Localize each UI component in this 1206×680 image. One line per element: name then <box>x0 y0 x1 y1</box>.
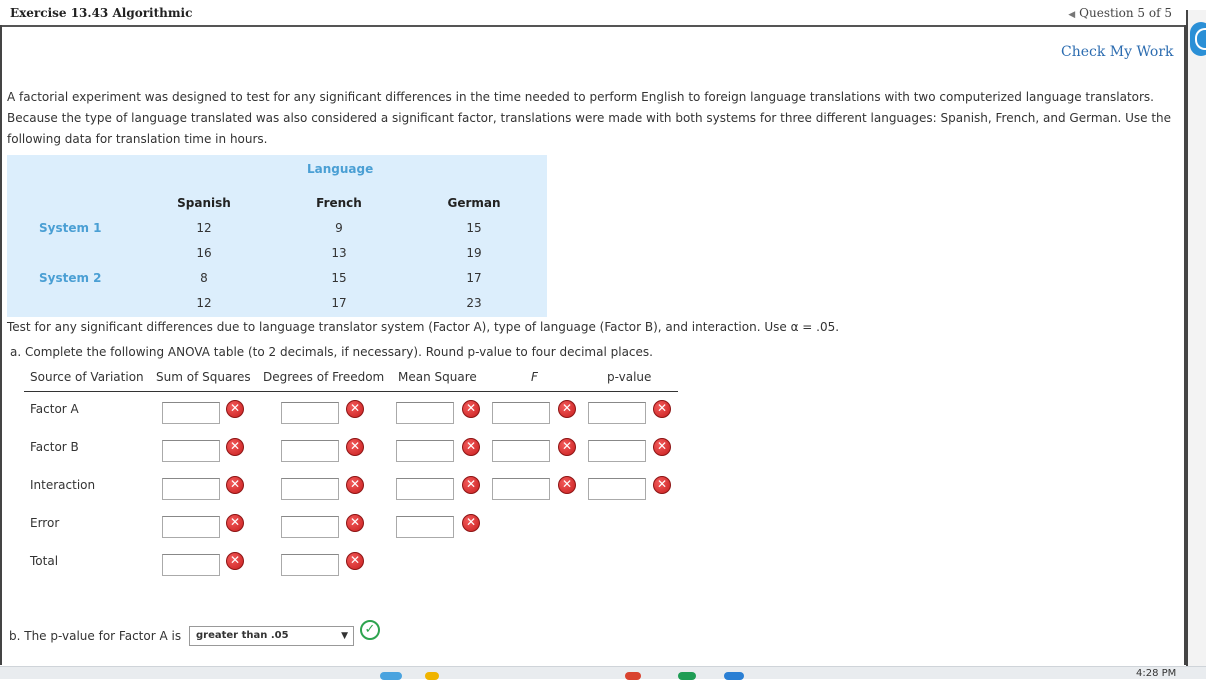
right-scroll-panel <box>1186 10 1206 678</box>
language-group-label: Language <box>307 162 374 176</box>
incorrect-icon: ✕ <box>653 438 671 456</box>
interaction-df-input[interactable] <box>281 478 339 500</box>
incorrect-icon: ✕ <box>226 552 244 570</box>
interaction-ss-input[interactable] <box>162 478 220 500</box>
incorrect-icon: ✕ <box>226 400 244 418</box>
correct-check-icon: ✓ <box>360 620 380 640</box>
incorrect-icon: ✕ <box>462 438 480 456</box>
factor-b-ss-input[interactable] <box>162 440 220 462</box>
incorrect-icon: ✕ <box>346 476 364 494</box>
factor-a-pvalue-input[interactable] <box>588 402 646 424</box>
total-df-input[interactable] <box>281 554 339 576</box>
anova-row-interaction: Interaction <box>30 478 96 492</box>
row-header-system-1: System 1 <box>39 221 102 235</box>
select-value: greater than .05 <box>196 630 289 641</box>
data-cell: 8 <box>200 271 208 285</box>
data-cell: 9 <box>335 221 343 235</box>
incorrect-icon: ✕ <box>346 514 364 532</box>
anova-row-factor-b: Factor B <box>30 440 79 454</box>
exercise-title: Exercise 13.43 Algorithmic <box>10 6 193 20</box>
taskbar-app-icon[interactable] <box>425 672 439 680</box>
error-ss-input[interactable] <box>162 516 220 538</box>
data-cell: 13 <box>331 246 347 260</box>
incorrect-icon: ✕ <box>462 514 480 532</box>
help-bubble-icon[interactable] <box>1190 22 1206 56</box>
problem-text: A factorial experiment was designed to t… <box>7 90 1172 146</box>
data-table <box>7 155 547 317</box>
anova-header-source: Source of Variation <box>30 370 144 384</box>
interaction-ms-input[interactable] <box>396 478 454 500</box>
factor-a-ss-input[interactable] <box>162 402 220 424</box>
header-bar: Exercise 13.43 Algorithmic ◀ Question 5 o… <box>0 0 1184 27</box>
factor-b-f-input[interactable] <box>492 440 550 462</box>
incorrect-icon: ✕ <box>462 476 480 494</box>
total-ss-input[interactable] <box>162 554 220 576</box>
data-cell: 15 <box>466 221 482 235</box>
row-header-system-2: System 2 <box>39 271 102 285</box>
incorrect-icon: ✕ <box>462 400 480 418</box>
column-header-german: German <box>447 196 501 210</box>
incorrect-icon: ✕ <box>346 438 364 456</box>
check-my-work-link[interactable]: Check My Work <box>1061 44 1174 60</box>
incorrect-icon: ✕ <box>558 476 576 494</box>
incorrect-icon: ✕ <box>653 400 671 418</box>
previous-arrow-icon[interactable]: ◀ <box>1068 10 1075 20</box>
taskbar-app-icon[interactable] <box>625 672 641 680</box>
incorrect-icon: ✕ <box>558 400 576 418</box>
data-cell: 15 <box>331 271 347 285</box>
interaction-pvalue-input[interactable] <box>588 478 646 500</box>
data-cell: 17 <box>466 271 482 285</box>
taskbar-app-icon[interactable] <box>724 672 744 680</box>
data-cell: 19 <box>466 246 482 260</box>
taskbar-app-icon[interactable] <box>380 672 402 680</box>
question-nav[interactable]: ◀ Question 5 of 5 <box>1068 6 1172 20</box>
error-df-input[interactable] <box>281 516 339 538</box>
incorrect-icon: ✕ <box>226 476 244 494</box>
incorrect-icon: ✕ <box>226 438 244 456</box>
anova-divider <box>24 391 678 392</box>
anova-header-pvalue: p-value <box>607 370 652 384</box>
column-header-spanish: Spanish <box>177 196 231 210</box>
factor-a-df-input[interactable] <box>281 402 339 424</box>
taskbar-app-icon[interactable] <box>678 672 696 680</box>
factor-b-df-input[interactable] <box>281 440 339 462</box>
part-a-instructions: a. Complete the following ANOVA table (t… <box>10 345 653 359</box>
factor-a-pvalue-select[interactable]: greater than .05 ▼ <box>189 626 354 646</box>
anova-row-factor-a: Factor A <box>30 402 79 416</box>
incorrect-icon: ✕ <box>653 476 671 494</box>
anova-header-f: F <box>531 370 538 384</box>
data-cell: 16 <box>196 246 212 260</box>
data-cell: 23 <box>466 296 482 310</box>
data-cell: 12 <box>196 221 212 235</box>
system-clock: 4:28 PM <box>1136 668 1177 679</box>
anova-header-ms: Mean Square <box>398 370 477 384</box>
incorrect-icon: ✕ <box>346 552 364 570</box>
factor-b-ms-input[interactable] <box>396 440 454 462</box>
incorrect-icon: ✕ <box>558 438 576 456</box>
incorrect-icon: ✕ <box>226 514 244 532</box>
test-instructions: Test for any significant differences due… <box>7 320 840 334</box>
anova-header-df: Degrees of Freedom <box>263 370 385 384</box>
interaction-f-input[interactable] <box>492 478 550 500</box>
part-b-prompt: b. The p-value for Factor A is <box>9 629 182 643</box>
anova-row-error: Error <box>30 516 60 530</box>
anova-header-ss: Sum of Squares <box>156 370 251 384</box>
factor-a-ms-input[interactable] <box>396 402 454 424</box>
question-nav-label: Question 5 of 5 <box>1079 6 1172 20</box>
column-header-french: French <box>316 196 362 210</box>
factor-b-pvalue-input[interactable] <box>588 440 646 462</box>
taskbar <box>0 666 1206 679</box>
error-ms-input[interactable] <box>396 516 454 538</box>
anova-row-total: Total <box>30 554 59 568</box>
incorrect-icon: ✕ <box>346 400 364 418</box>
data-cell: 17 <box>331 296 347 310</box>
data-cell: 12 <box>196 296 212 310</box>
factor-a-f-input[interactable] <box>492 402 550 424</box>
chevron-down-icon: ▼ <box>341 631 348 641</box>
